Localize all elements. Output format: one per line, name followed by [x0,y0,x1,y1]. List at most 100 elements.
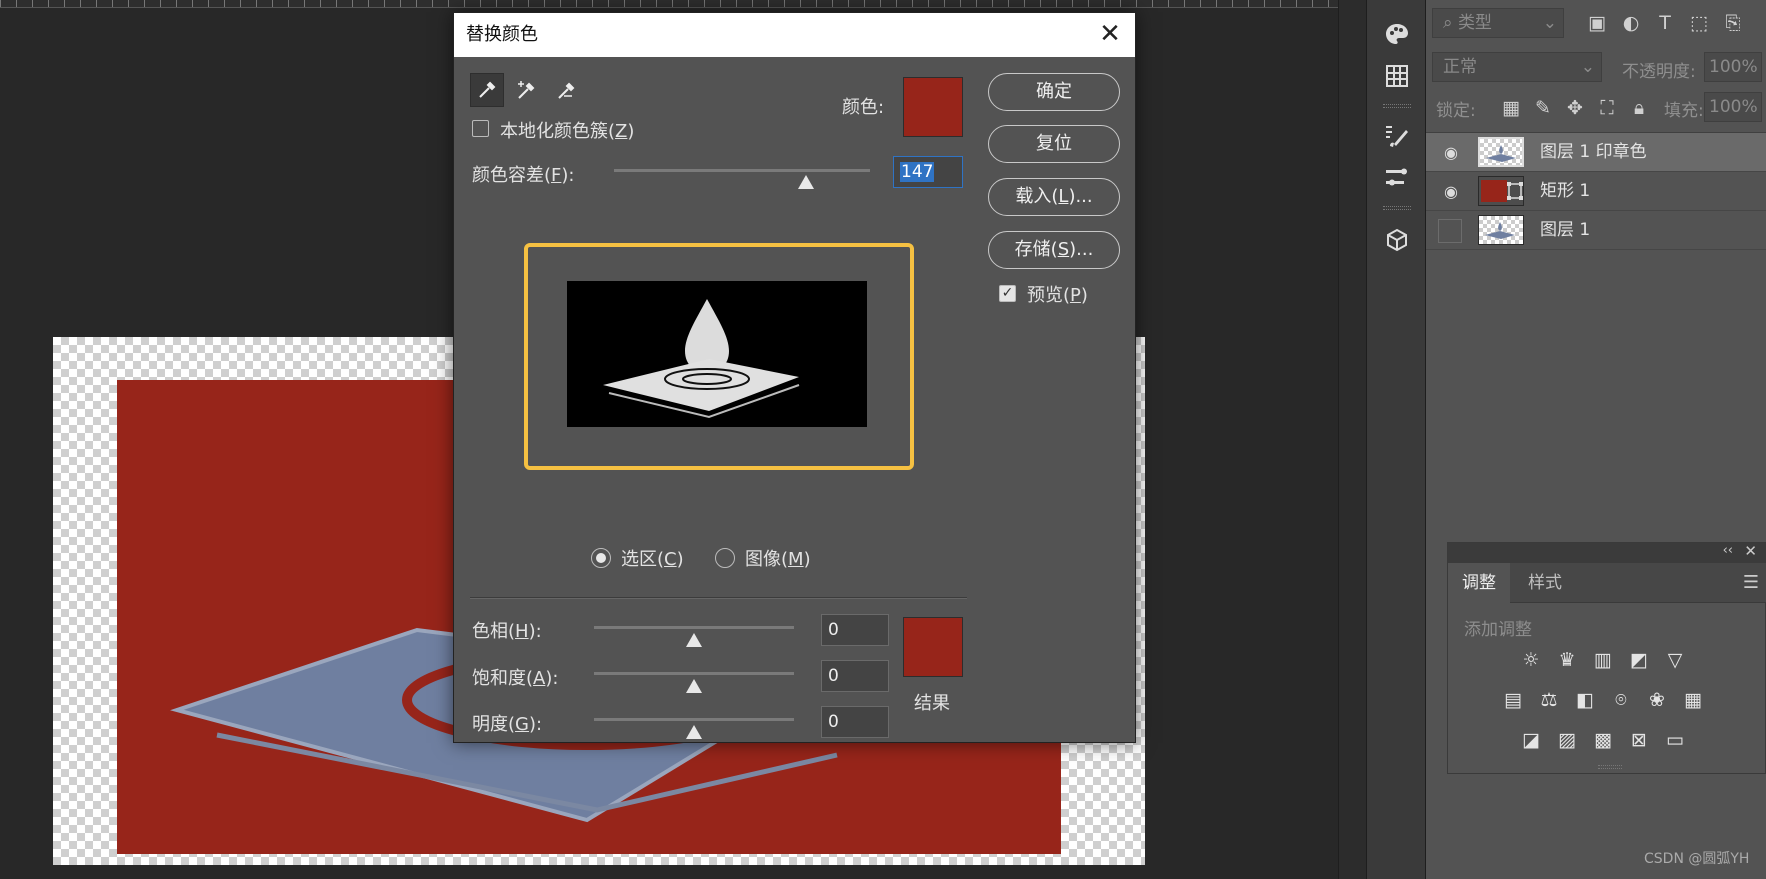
resize-grip[interactable] [1598,765,1622,769]
panel-grip[interactable] [1383,206,1411,210]
tab-styles[interactable]: 样式 [1514,563,1576,603]
lock-image-icon[interactable]: ✎ [1532,97,1554,119]
color-label: 颜色: [842,97,885,118]
close-icon[interactable]: ✕ [1095,19,1125,49]
brush-settings-icon[interactable] [1367,118,1427,154]
palette-icon[interactable] [1367,16,1427,52]
selection-preview[interactable] [567,281,867,427]
color-lookup-icon[interactable]: ▦ [1680,688,1706,712]
eyedropper-plus-icon[interactable] [510,73,544,107]
selection-radio[interactable] [591,548,611,568]
layer-name[interactable]: 矩形 1 [1540,172,1590,211]
tab-adjustments[interactable]: 调整 [1448,563,1510,603]
opacity-label: 不透明度: [1622,62,1696,82]
layer-filter-dropdown[interactable]: ⌕ 类型 ⌄ [1432,8,1564,38]
3d-cube-icon[interactable] [1367,222,1427,258]
watermark-text: CSDN @圆弧YH [1644,851,1750,867]
hue-input[interactable]: 0 [821,614,889,646]
invert-icon[interactable]: ◪ [1518,728,1544,752]
lightness-slider-thumb[interactable] [686,725,702,739]
lightness-value: 0 [828,712,839,732]
lock-all-icon[interactable]: 🔒︎ [1628,97,1650,119]
gradient-map-icon[interactable]: ▭ [1662,728,1688,752]
preview-checkbox[interactable]: ✓ [999,285,1016,302]
selective-color-icon[interactable]: ⊠ [1626,728,1652,752]
result-label: 结果 [914,693,950,714]
blend-mode-dropdown[interactable]: 正常 ⌄ [1432,52,1602,82]
replace-color-dialog: 替换颜色 ✕ 颜色: 本地化颜色簇(Z) 颜色容差(F): 147 选区(C) … [453,12,1136,743]
pixel-layer-filter-icon[interactable]: ▣ [1586,12,1608,34]
layer-thumbnail [1478,176,1524,206]
filter-label: 类型 [1457,13,1492,33]
lock-artboard-icon[interactable]: ⛶ [1596,97,1618,119]
vertical-scrollbar[interactable] [1338,0,1366,879]
curves-icon[interactable]: ▥ [1590,648,1616,672]
layer-row[interactable]: ◉ 图层 1 印章色 [1426,133,1766,172]
lock-transparent-icon[interactable]: ▦ [1500,97,1522,119]
collapse-icon[interactable]: ‹‹ [1723,543,1733,558]
eye-icon[interactable]: ◉ [1440,143,1462,162]
adjustments-panel: ‹‹ ✕ 调整 样式 ☰ 添加调整 ☼ ♛ ▥ ◩ ▽ ▤ ⚖ ◧ ⌾ ❀ ▦ … [1447,542,1766,774]
channel-mixer-icon[interactable]: ❀ [1644,688,1670,712]
opacity-field[interactable]: 100% [1704,52,1762,82]
lightness-label: 明度(G): [472,714,543,735]
shape-layer-filter-icon[interactable]: ⬚ [1688,12,1710,34]
dialog-titlebar[interactable]: 替换颜色 ✕ [454,13,1135,57]
image-radio[interactable] [715,548,735,568]
fill-field[interactable]: 100% [1704,92,1762,122]
saturation-label: 饱和度(A): [472,668,559,689]
brightness-contrast-icon[interactable]: ☼ [1518,648,1544,672]
layer-thumbnail [1478,137,1524,167]
grid-icon[interactable] [1367,58,1427,94]
smart-object-filter-icon[interactable]: ⎘ [1722,12,1744,34]
hue-slider-track[interactable] [594,626,794,629]
tolerance-input[interactable]: 147 [893,156,963,188]
black-white-icon[interactable]: ◧ [1572,688,1598,712]
lock-position-icon[interactable]: ✥ [1564,97,1586,119]
adjustments-tabs: 调整 样式 ☰ [1448,563,1766,603]
preview-label: 预览(P) [1027,285,1088,306]
selected-color-swatch[interactable] [903,77,963,137]
saturation-slider-track[interactable] [594,672,794,675]
save-button[interactable]: 存储(S)... [988,231,1120,269]
layer-name[interactable]: 图层 1 [1540,211,1590,250]
vibrance-icon[interactable]: ▽ [1662,648,1688,672]
saturation-input[interactable]: 0 [821,660,889,692]
type-layer-filter-icon[interactable]: T [1654,12,1676,34]
panel-menu-icon[interactable]: ☰ [1743,572,1759,593]
blend-mode-value: 正常 [1443,57,1477,77]
horizontal-ruler [0,0,1338,8]
ok-button[interactable]: 确定 [988,73,1120,111]
brush-presets-icon[interactable] [1367,160,1427,196]
panel-grip[interactable] [1383,104,1411,108]
tolerance-slider-track[interactable] [614,169,870,172]
saturation-slider-thumb[interactable] [686,679,702,693]
hue-saturation-icon[interactable]: ▤ [1500,688,1526,712]
reset-button[interactable]: 复位 [988,125,1120,163]
levels-icon[interactable]: ♛ [1554,648,1580,672]
eyedropper-icon[interactable] [470,73,504,107]
eye-icon[interactable]: ◉ [1440,182,1462,201]
hue-slider-thumb[interactable] [686,633,702,647]
saturation-value: 0 [828,666,839,686]
color-balance-icon[interactable]: ⚖ [1536,688,1562,712]
localized-clusters-checkbox[interactable] [472,120,489,137]
lightness-slider-track[interactable] [594,718,794,721]
exposure-icon[interactable]: ◩ [1626,648,1652,672]
adjustment-layer-filter-icon[interactable]: ◐ [1620,12,1642,34]
layer-row[interactable]: 图层 1 [1426,211,1766,250]
load-button[interactable]: 载入(L)... [988,178,1120,216]
visibility-toggle[interactable] [1438,219,1462,243]
tolerance-slider-thumb[interactable] [798,175,814,189]
close-icon[interactable]: ✕ [1744,542,1757,560]
threshold-icon[interactable]: ▩ [1590,728,1616,752]
layer-row[interactable]: ◉ 矩形 1 [1426,172,1766,211]
result-color-swatch[interactable] [903,617,963,677]
layer-thumbnail [1478,215,1524,245]
lightness-input[interactable]: 0 [821,706,889,738]
photo-filter-icon[interactable]: ⌾ [1608,688,1634,712]
posterize-icon[interactable]: ▨ [1554,728,1580,752]
eyedropper-minus-icon[interactable] [550,73,584,107]
layer-name[interactable]: 图层 1 印章色 [1540,133,1647,172]
chevron-down-icon: ⌄ [1580,57,1595,77]
